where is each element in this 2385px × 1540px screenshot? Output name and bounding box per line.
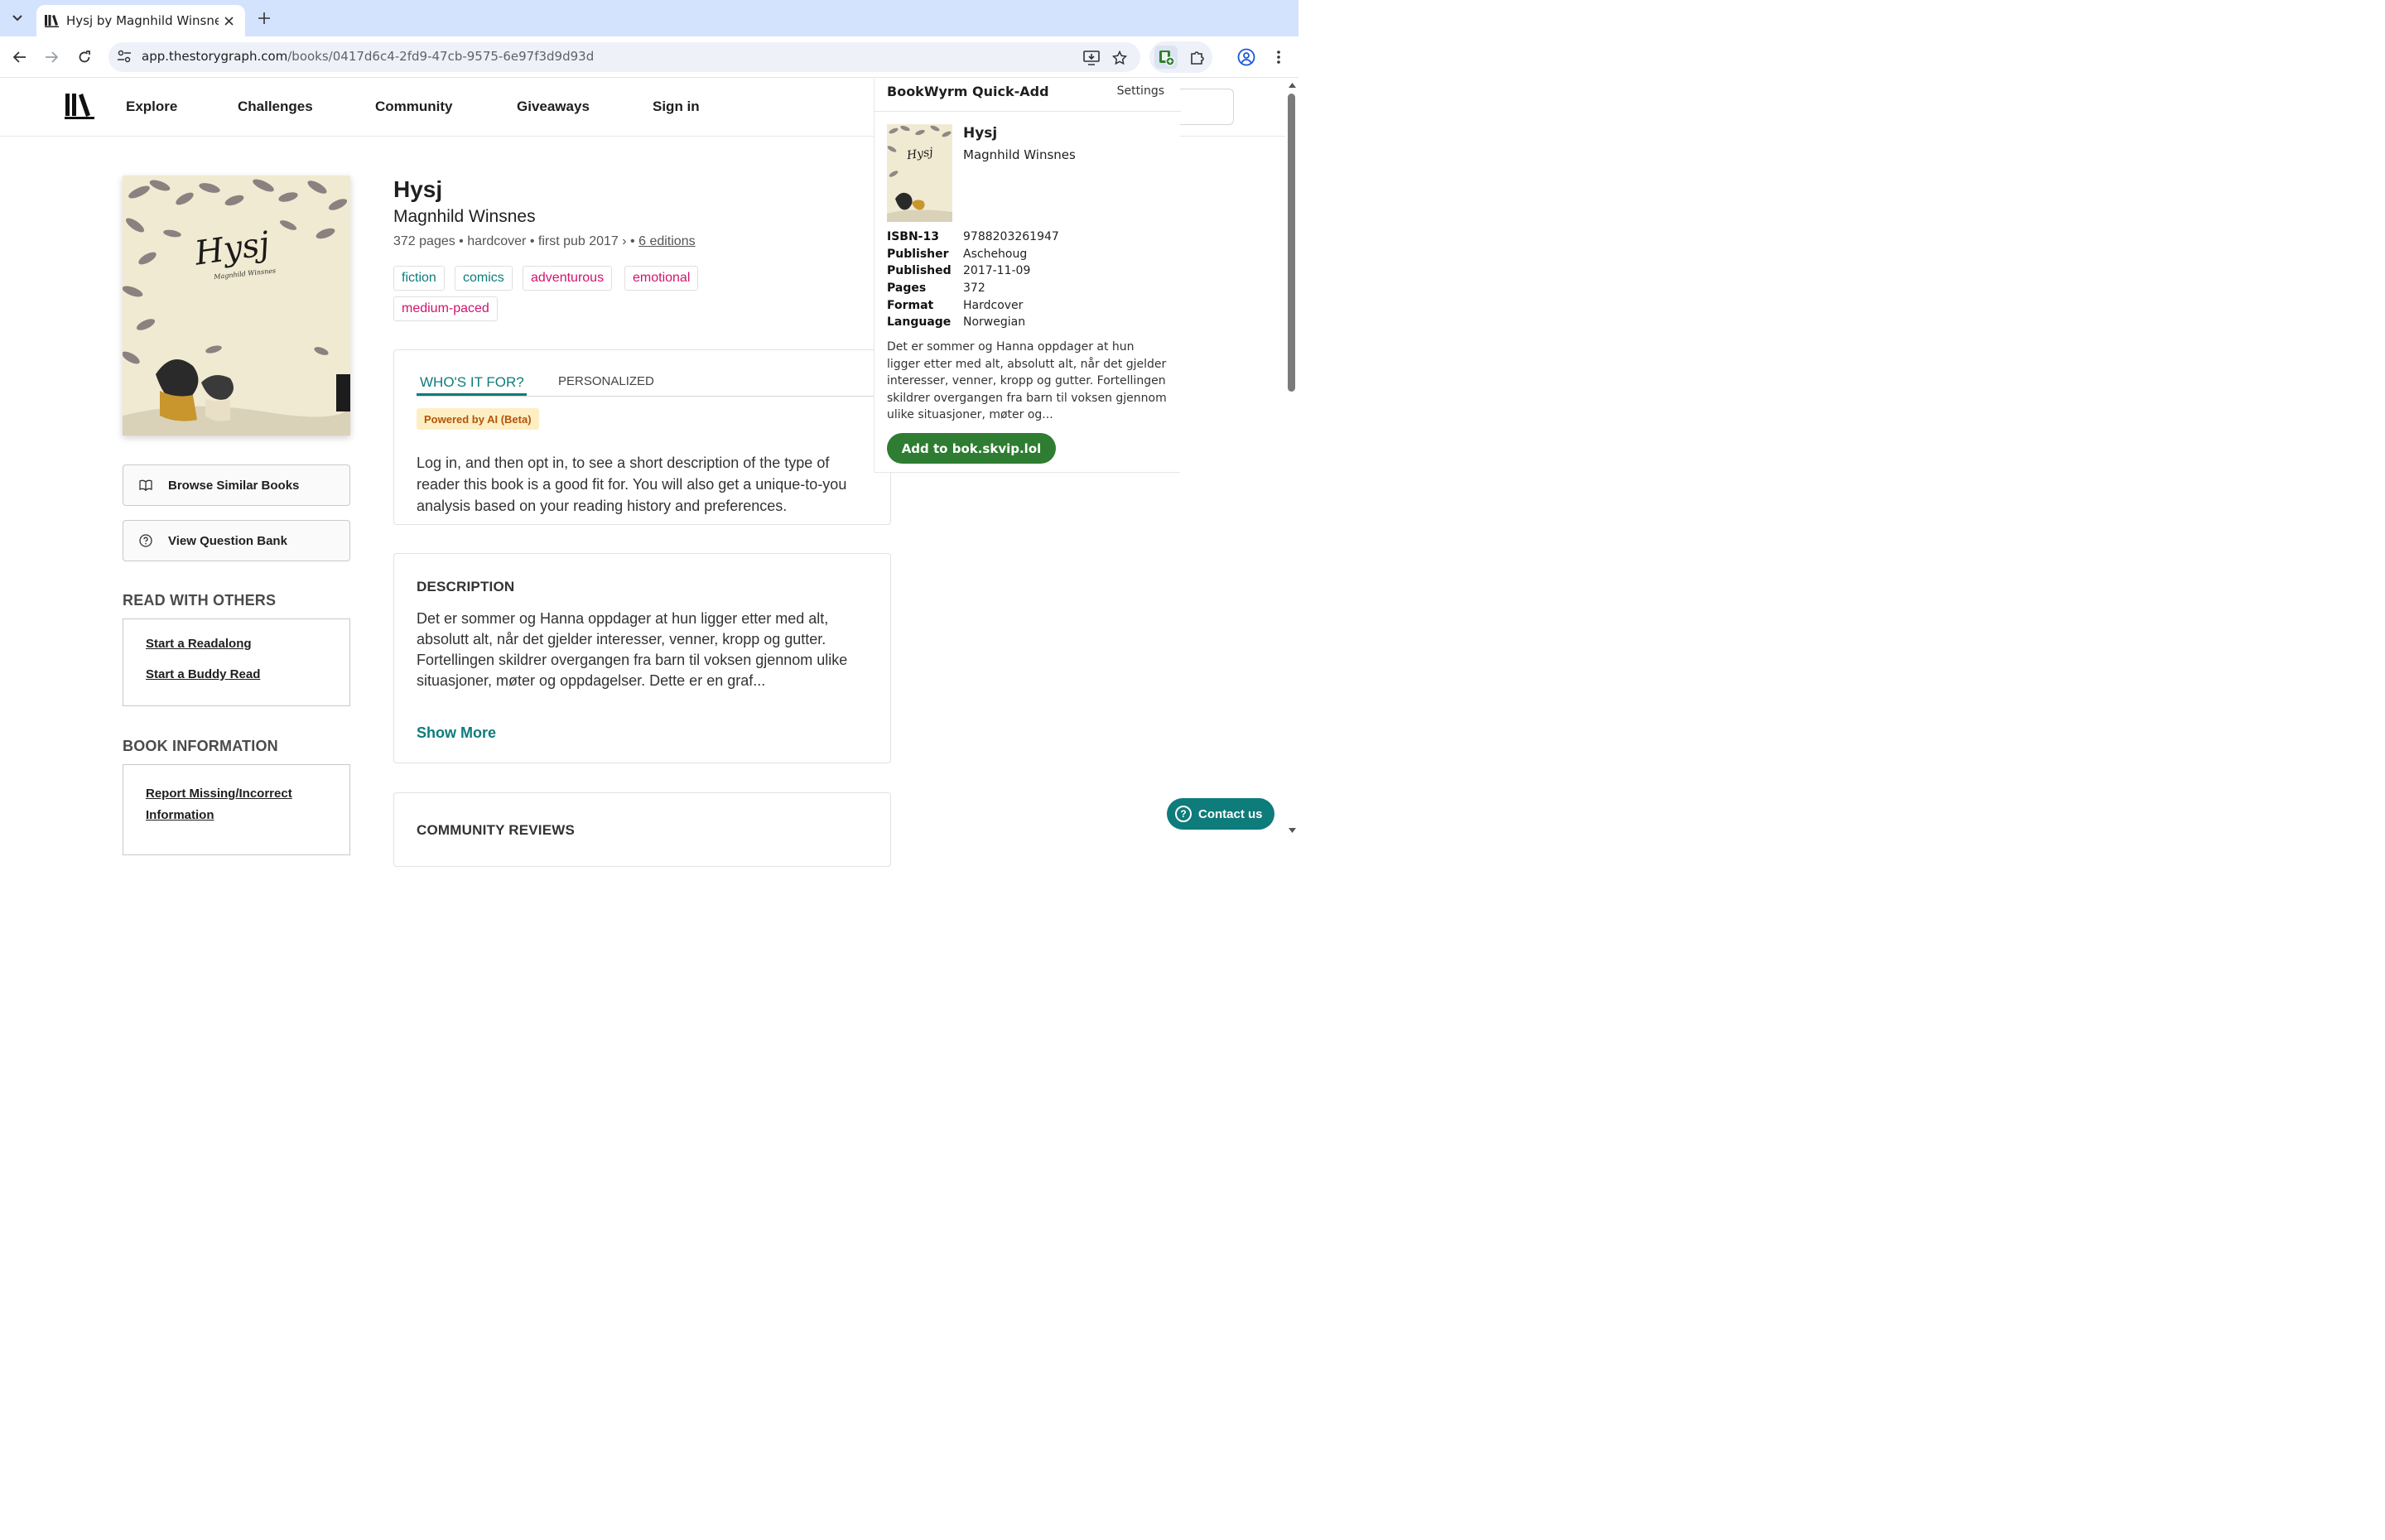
start-readalong-link[interactable]: Start a Readalong: [146, 637, 252, 651]
popup-description: Det er sommer og Hanna oppdager at hun l…: [887, 340, 1167, 421]
book-cover: Hysj Magnhild Winsnes: [123, 176, 350, 436]
book-meta-text: 372 pages • hardcover • first pub 2017 ›…: [393, 234, 635, 248]
question-circle-icon: [138, 533, 153, 548]
browser-menu-kebab-icon[interactable]: [1268, 46, 1289, 68]
field-key-format: Format: [887, 299, 934, 312]
tab-search-chevron-icon[interactable]: [5, 7, 30, 30]
extensions-group: [1149, 41, 1212, 73]
popup-settings-link[interactable]: Settings: [1117, 84, 1164, 98]
nav-giveaways[interactable]: Giveaways: [517, 99, 590, 115]
tag-fiction[interactable]: fiction: [393, 266, 445, 291]
page-scrollbar-thumb[interactable]: [1288, 94, 1295, 392]
field-key-publisher: Publisher: [887, 248, 949, 261]
field-key-language: Language: [887, 315, 952, 329]
contact-us-label: Contact us: [1198, 806, 1263, 821]
nav-explore[interactable]: Explore: [126, 99, 177, 115]
start-buddy-read-link[interactable]: Start a Buddy Read: [146, 667, 260, 681]
storygraph-favicon-icon: [45, 13, 60, 28]
scroll-up-arrow-icon[interactable]: [1288, 81, 1296, 89]
field-value-isbn: 9788203261947: [963, 230, 1059, 243]
storygraph-logo-icon[interactable]: [65, 92, 94, 122]
tab-whos-it-for[interactable]: WHO'S IT FOR?: [420, 374, 524, 391]
popup-book-title: Hysj: [963, 125, 998, 142]
nav-sign-in[interactable]: Sign in: [653, 99, 700, 115]
address-bar[interactable]: app.thestorygraph.com/books/0417d6c4-2fd…: [108, 42, 1140, 72]
browser-tab[interactable]: Hysj by Magnhild Winsnes: [36, 5, 245, 36]
report-missing-link-line2[interactable]: Information: [146, 808, 214, 822]
bookmark-star-icon[interactable]: [1111, 49, 1129, 67]
field-value-publisher: Aschehoug: [963, 248, 1028, 261]
header-search-field[interactable]: [1176, 89, 1234, 125]
help-circle-icon: ?: [1175, 806, 1192, 822]
popup-book-author: Magnhild Winsnes: [963, 147, 1076, 162]
close-tab-icon[interactable]: [220, 12, 237, 29]
browser-toolbar: app.thestorygraph.com/books/0417d6c4-2fd…: [0, 36, 1298, 78]
new-tab-plus-icon[interactable]: [253, 7, 275, 29]
nav-challenges[interactable]: Challenges: [238, 99, 313, 115]
extensions-puzzle-icon[interactable]: [1186, 46, 1209, 69]
description-heading: DESCRIPTION: [417, 579, 515, 594]
popup-header: BookWyrm Quick-Add Settings: [874, 79, 1181, 112]
field-value-published: 2017-11-09: [963, 264, 1031, 277]
tab-personalized[interactable]: PERSONALIZED: [558, 374, 654, 388]
community-reviews-card: COMMUNITY REVIEWS: [393, 792, 891, 867]
description-card: DESCRIPTION Det er sommer og Hanna oppda…: [393, 553, 891, 763]
community-reviews-heading: COMMUNITY REVIEWS: [417, 822, 576, 838]
back-arrow-icon[interactable]: [9, 46, 31, 68]
url-text: app.thestorygraph.com/books/0417d6c4-2fd…: [142, 49, 594, 64]
read-with-others-heading: READ WITH OTHERS: [123, 592, 277, 609]
contact-us-button[interactable]: ? Contact us: [1167, 798, 1274, 830]
forward-arrow-icon[interactable]: [41, 46, 62, 68]
popup-book-thumbnail: Hysj: [887, 124, 952, 222]
whos-it-for-card: WHO'S IT FOR? PERSONALIZED Powered by AI…: [393, 349, 892, 525]
url-path: /books/0417d6c4-2fd9-47cb-9575-6e97f3d9d…: [287, 49, 595, 64]
book-meta: 372 pages • hardcover • first pub 2017 ›…: [393, 234, 696, 249]
description-text: Det er sommer og Hanna oppdager at hun l…: [417, 610, 848, 689]
field-key-isbn: ISBN-13: [887, 230, 939, 243]
install-app-icon[interactable]: [1082, 49, 1101, 67]
reload-icon[interactable]: [74, 46, 95, 68]
field-value-language: Norwegian: [963, 315, 1026, 329]
field-value-format: Hardcover: [963, 299, 1024, 312]
show-more-link[interactable]: Show More: [417, 724, 496, 742]
add-to-bookwyrm-button[interactable]: Add to bok.skvip.lol: [887, 433, 1056, 464]
ai-beta-badge: Powered by AI (Beta): [417, 408, 539, 430]
bookwyrm-extension-icon[interactable]: [1154, 46, 1178, 69]
browser-tab-bar: Hysj by Magnhild Winsnes: [0, 0, 1298, 36]
open-book-icon: [138, 478, 153, 493]
profile-avatar-icon[interactable]: [1236, 46, 1257, 68]
tag-emotional[interactable]: emotional: [624, 266, 699, 291]
tag-adventurous[interactable]: adventurous: [523, 266, 613, 291]
book-author-link[interactable]: Magnhild Winsnes: [393, 207, 536, 227]
report-missing-link-line1[interactable]: Report Missing/Incorrect: [146, 787, 292, 801]
tag-medium-paced[interactable]: medium-paced: [393, 296, 498, 321]
nav-community[interactable]: Community: [375, 99, 453, 115]
tag-comics[interactable]: comics: [455, 266, 513, 291]
view-question-bank-label: View Question Bank: [168, 533, 287, 548]
view-question-bank-button[interactable]: View Question Bank: [123, 520, 350, 561]
field-key-pages: Pages: [887, 282, 927, 295]
book-title: Hysj: [393, 176, 443, 202]
book-information-heading: BOOK INFORMATION: [123, 738, 278, 754]
bookwyrm-quick-add-popup: BookWyrm Quick-Add Settings Hysj Hysj Ma…: [874, 79, 1181, 473]
scroll-down-arrow-icon[interactable]: [1288, 826, 1296, 835]
book-information-box: Report Missing/Incorrect Information: [123, 764, 350, 855]
tabs-divider: [417, 396, 892, 397]
popup-title: BookWyrm Quick-Add: [887, 84, 1049, 99]
url-host: app.thestorygraph.com: [142, 49, 288, 64]
whos-it-for-text: Log in, and then opt in, to see a short …: [417, 455, 847, 514]
tab-title: Hysj by Magnhild Winsnes: [66, 13, 219, 28]
field-value-pages: 372: [963, 282, 985, 295]
read-with-others-box: Start a Readalong Start a Buddy Read: [123, 618, 350, 706]
browse-similar-books-label: Browse Similar Books: [168, 478, 300, 493]
field-key-published: Published: [887, 264, 952, 277]
site-info-icon[interactable]: [117, 49, 133, 65]
editions-link[interactable]: 6 editions: [638, 234, 696, 248]
browse-similar-books-button[interactable]: Browse Similar Books: [123, 464, 350, 506]
